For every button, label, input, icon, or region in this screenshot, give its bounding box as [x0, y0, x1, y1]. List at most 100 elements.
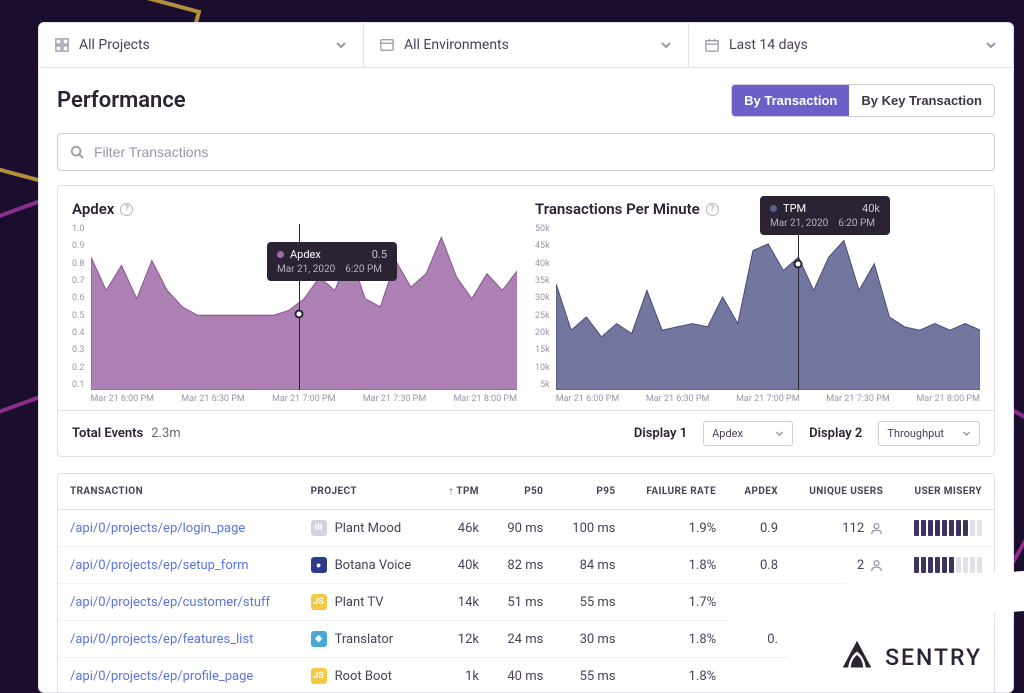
display1-value: Apdex	[712, 427, 743, 440]
display2-select[interactable]: Throughput	[878, 421, 980, 446]
apdex-chart-title: Apdex	[72, 200, 114, 218]
p95-cell: 30 ms	[555, 621, 627, 658]
tpm-hover-dot	[793, 259, 802, 268]
p95-cell: 55 ms	[555, 658, 627, 693]
project-name: Plant TV	[335, 595, 384, 610]
apdex-tooltip-time: 6:20 PM	[345, 264, 382, 275]
transaction-link[interactable]: /api/0/projects/ep/setup_form	[70, 558, 249, 573]
chevron-down-icon	[660, 39, 672, 51]
display1-label: Display 1	[634, 426, 687, 441]
user-icon	[870, 522, 883, 535]
failure-rate-cell: 1.8%	[628, 547, 729, 584]
by-key-transaction-toggle[interactable]: By Key Transaction	[849, 85, 994, 116]
help-icon[interactable]: ?	[706, 203, 719, 216]
th-transaction[interactable]: Transaction	[58, 474, 299, 510]
window-icon	[380, 38, 394, 52]
tpm-cell: 12k	[432, 621, 491, 658]
p95-cell: 100 ms	[555, 510, 627, 547]
apdex-cell: 0.8	[728, 547, 790, 584]
apdex-tooltip: Apdex 0.5 Mar 21, 2020 6:20 PM	[267, 242, 397, 281]
project-icon: ●	[311, 557, 327, 573]
display1-select[interactable]: Apdex	[703, 421, 793, 446]
p50-cell: 82 ms	[491, 547, 555, 584]
projects-filter-label: All Projects	[79, 37, 150, 53]
filter-bar: All Projects All Environments Last 14 da…	[39, 23, 1013, 68]
failure-rate-cell: 1.9%	[628, 510, 729, 547]
search-input[interactable]	[94, 144, 982, 160]
chevron-down-icon	[335, 39, 347, 51]
tpm-hover-line	[798, 224, 799, 390]
project-cell: ◆Translator	[311, 631, 421, 647]
tpm-tooltip: TPM 40k Mar 21, 2020 6:20 PM	[760, 196, 890, 235]
project-cell: JSRoot Boot	[311, 668, 421, 684]
th-unique-users[interactable]: Unique Users	[790, 474, 895, 510]
total-events-label: Total Events	[72, 426, 143, 441]
apdex-y-axis: 1.00.90.80.70.60.50.40.30.20.1	[72, 224, 91, 404]
environments-filter[interactable]: All Environments	[364, 23, 689, 67]
timerange-filter-label: Last 14 days	[729, 37, 808, 53]
project-icon: JS	[311, 594, 327, 610]
apdex-cell	[728, 658, 790, 693]
transaction-link[interactable]: /api/0/projects/ep/customer/stuff	[70, 595, 270, 610]
tpm-tooltip-time: 6:20 PM	[838, 218, 875, 229]
th-project[interactable]: Project	[299, 474, 433, 510]
tpm-cell: 46k	[432, 510, 491, 547]
transaction-link[interactable]: /api/0/projects/ep/login_page	[70, 521, 245, 536]
user-icon	[870, 559, 883, 572]
misery-bars	[907, 520, 982, 536]
sentry-brand-text: SENTRY	[885, 644, 982, 671]
project-icon: III	[311, 520, 327, 536]
tpm-tooltip-value: 40k	[862, 202, 880, 215]
charts-panel: Apdex ? 1.00.90.80.70.60.50.40.30.20.1 M…	[57, 185, 995, 457]
tpm-cell: 1k	[432, 658, 491, 693]
p95-cell: 55 ms	[555, 584, 627, 621]
project-name: Plant Mood	[335, 521, 402, 536]
failure-rate-cell: 1.8%	[628, 621, 729, 658]
search-icon	[70, 145, 84, 159]
chevron-down-icon	[775, 429, 784, 438]
project-icon: ◆	[311, 631, 327, 647]
user-misery-cell	[895, 510, 994, 547]
by-transaction-toggle[interactable]: By Transaction	[732, 85, 849, 116]
p50-cell: 51 ms	[491, 584, 555, 621]
table-row: /api/0/projects/ep/login_page III Plant M…	[58, 510, 994, 547]
failure-rate-cell: 1.7%	[628, 584, 729, 621]
summary-row: Total Events 2.3m Display 1 Apdex Displa…	[58, 410, 994, 456]
th-p95[interactable]: P95	[555, 474, 627, 510]
view-toggle: By Transaction By Key Transaction	[731, 84, 995, 117]
sentry-logo: SENTRY	[789, 611, 994, 681]
th-tpm[interactable]: ↑ TPM	[432, 474, 491, 510]
project-icon: JS	[311, 668, 327, 684]
help-icon[interactable]: ?	[120, 203, 133, 216]
projects-filter[interactable]: All Projects	[39, 23, 364, 67]
tooltip-dot	[277, 251, 284, 258]
th-apdex[interactable]: Apdex	[728, 474, 790, 510]
project-name: Botana Voice	[335, 558, 412, 573]
apdex-chart: Apdex ? 1.00.90.80.70.60.50.40.30.20.1 M…	[72, 200, 517, 404]
transaction-link[interactable]: /api/0/projects/ep/profile_page	[70, 669, 253, 684]
apdex-hover-dot	[295, 310, 304, 319]
tpm-chart: Transactions Per Minute ? 50k45k40k35k30…	[535, 200, 980, 404]
project-cell: III Plant Mood	[311, 520, 421, 536]
transaction-link[interactable]: /api/0/projects/ep/features_list	[70, 632, 253, 647]
timerange-filter[interactable]: Last 14 days	[689, 23, 1013, 67]
chevron-down-icon	[962, 429, 971, 438]
display2-value: Throughput	[887, 427, 944, 440]
grid-icon	[55, 38, 69, 52]
calendar-icon	[705, 38, 719, 52]
unique-users-cell: 2	[790, 547, 895, 584]
tpm-plot[interactable]	[556, 224, 980, 390]
unique-users-cell: 112	[790, 510, 895, 547]
total-events-value: 2.3m	[151, 426, 180, 441]
th-user-misery[interactable]: User Misery	[895, 474, 994, 510]
th-p50[interactable]: P50	[491, 474, 555, 510]
p95-cell: 84 ms	[555, 547, 627, 584]
sentry-mark-icon	[839, 639, 875, 675]
p50-cell: 40 ms	[491, 658, 555, 693]
th-failure-rate[interactable]: Failure Rate	[628, 474, 729, 510]
p50-cell: 24 ms	[491, 621, 555, 658]
table-row: /api/0/projects/ep/setup_form ● Botana Vo…	[58, 547, 994, 584]
search-box[interactable]	[57, 133, 995, 171]
tpm-y-axis: 50k45k40k35k30k25k20k15k10k5k	[535, 224, 556, 404]
tpm-tooltip-date: Mar 21, 2020	[770, 218, 828, 229]
